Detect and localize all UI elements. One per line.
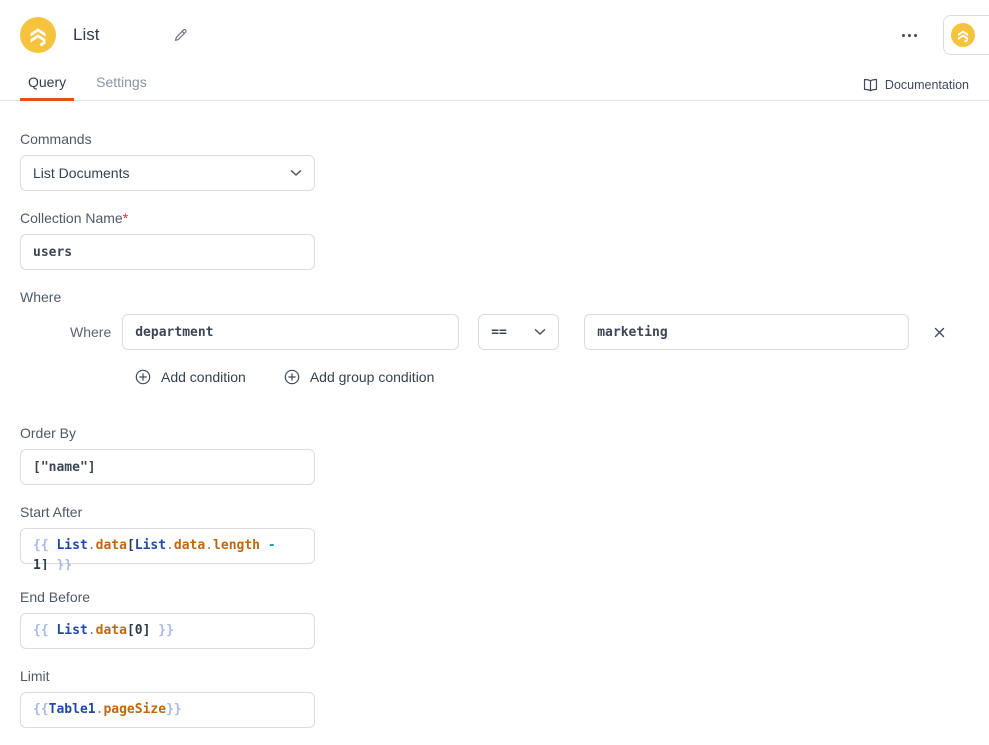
order-by-field: Order By ["name"] [20,425,969,485]
where-row-label: Where [70,324,111,340]
end-before-field: End Before {{ List.data[0] }} [20,589,969,649]
collection-name-value: users [33,245,72,260]
ellipsis-icon [902,34,905,37]
circle-plus-icon [284,369,300,385]
collection-name-label-text: Collection Name [20,210,123,226]
remove-condition-button[interactable] [933,326,946,339]
limit-field: Limit {{Table1.pageSize}} [20,668,969,728]
documentation-link[interactable]: Documentation [863,78,969,100]
chevron-down-icon [534,328,546,336]
end-before-input[interactable]: {{ List.data[0] }} [20,613,315,649]
collection-name-input[interactable]: users [20,234,315,270]
query-header: List [0,0,989,70]
query-title: List [73,25,99,45]
start-after-input[interactable]: {{ List.data[List.data.length -1] }} [20,528,315,564]
tab-settings[interactable]: Settings [88,74,155,101]
datasource-button[interactable] [943,15,989,55]
add-condition-button[interactable]: Add condition [135,369,246,385]
start-after-label: Start After [20,504,969,520]
chevron-down-icon [290,169,302,177]
open-book-icon [863,78,878,92]
commands-label: Commands [20,131,969,147]
end-before-label: End Before [20,589,969,605]
where-operator-value: == [491,325,507,340]
limit-input[interactable]: {{Table1.pageSize}} [20,692,315,728]
commands-value: List Documents [33,165,129,181]
where-condition-row: Where department == marketing [70,314,969,350]
limit-label: Limit [20,668,969,684]
start-after-clip: {{ List.data[List.data.length -1] }} [20,528,969,570]
where-key-input[interactable]: department [122,314,459,350]
where-actions-row: Add condition Add group condition [135,369,969,385]
add-condition-label: Add condition [161,369,246,385]
commands-field: Commands List Documents [20,131,969,191]
add-group-condition-button[interactable]: Add group condition [284,369,435,385]
more-menu-button[interactable] [898,28,921,43]
collection-name-field: Collection Name* users [20,210,969,270]
documentation-label: Documentation [885,78,969,92]
order-by-input[interactable]: ["name"] [20,449,315,485]
query-form: Commands List Documents Collection Name*… [0,101,989,728]
ellipsis-icon [908,34,911,37]
required-marker: * [123,210,128,226]
edit-name-button[interactable] [173,28,188,43]
commands-dropdown[interactable]: List Documents [20,155,315,191]
where-operator-dropdown[interactable]: == [478,314,559,350]
order-by-value: ["name"] [33,460,96,475]
collection-name-label: Collection Name* [20,210,969,226]
where-value-input[interactable]: marketing [584,314,909,350]
order-by-label: Order By [20,425,969,441]
datasource-mini-logo-icon [951,23,975,47]
start-after-field: Start After {{ List.data[List.data.lengt… [20,504,969,570]
circle-plus-icon [135,369,151,385]
tab-query[interactable]: Query [20,74,74,101]
where-section-label: Where [20,289,969,305]
where-section: Where Where department == marketing [20,289,969,385]
editor-tabbar: Query Settings Documentation [0,70,989,101]
add-group-condition-label: Add group condition [310,369,435,385]
ellipsis-icon [914,34,917,37]
where-key-value: department [135,325,213,340]
where-value-value: marketing [597,325,667,340]
datasource-logo-icon [20,17,56,53]
